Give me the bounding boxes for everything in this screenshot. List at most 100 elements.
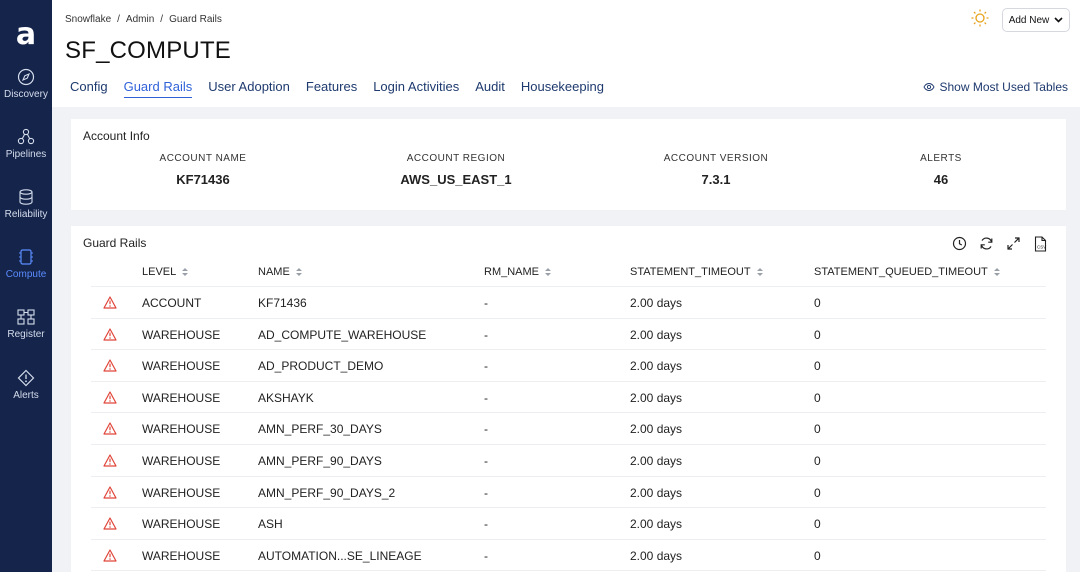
- sidebar: a Discovery Pipelines Reliability Comput…: [0, 0, 52, 572]
- cell-statement-queued-timeout: 0: [814, 422, 821, 437]
- table-row[interactable]: WAREHOUSE AUTOMATION...SE_LINEAGE - 2.00 da…: [91, 540, 1046, 572]
- clock-icon[interactable]: [952, 236, 967, 257]
- cell-statement-timeout: 2.00 days: [630, 422, 683, 437]
- table-row[interactable]: WAREHOUSE AMN_PERF_90_DAYS_2 - 2.00 days 0: [91, 477, 1046, 509]
- cell-statement-queued-timeout: 0: [814, 296, 821, 310]
- tab-user-adoption[interactable]: User Adoption: [208, 79, 290, 98]
- tab-audit[interactable]: Audit: [475, 79, 505, 98]
- tab-guard-rails[interactable]: Guard Rails: [123, 79, 193, 98]
- warning-icon: [103, 549, 117, 567]
- cell-statement-queued-timeout: 0: [814, 327, 821, 342]
- cell-statement-timeout: 2.00 days: [630, 296, 683, 310]
- stat-label: ACCOUNT REGION: [406, 153, 506, 164]
- table-row[interactable]: WAREHOUSE AMN_PERF_30_DAYS - 2.00 days 0: [91, 413, 1046, 445]
- sidebar-item-alerts[interactable]: Alerts: [0, 369, 52, 401]
- table-row[interactable]: WAREHOUSE AMN_PERF_90_DAYS - 2.00 days 0: [91, 445, 1046, 477]
- column-header-statement-queued-timeout[interactable]: STATEMENT_QUEUED_TIMEOUT: [814, 266, 1001, 278]
- pipelines-icon: [17, 128, 35, 145]
- table-row[interactable]: WAREHOUSE AD_PRODUCT_DEMO - 2.00 days 0: [91, 350, 1046, 382]
- csv-export-icon[interactable]: CSV: [1033, 236, 1048, 257]
- eye-icon: [923, 83, 935, 91]
- theme-toggle-sun-icon[interactable]: [970, 8, 990, 28]
- cell-rm-name: -: [484, 517, 488, 532]
- expand-icon[interactable]: [1006, 236, 1021, 257]
- table-row[interactable]: WAREHOUSE ASH - 2.00 days 0: [91, 508, 1046, 540]
- add-new-button[interactable]: Add New: [1002, 8, 1070, 32]
- tab-features[interactable]: Features: [306, 79, 357, 98]
- stat-account-name: ACCOUNT NAME KF71436: [103, 153, 303, 187]
- sidebar-item-label: Register: [7, 329, 45, 340]
- breadcrumb-item[interactable]: Admin: [126, 14, 154, 25]
- table-toolbar: CSV: [952, 236, 1048, 257]
- breadcrumb: Snowflake / Admin / Guard Rails: [65, 14, 222, 25]
- cell-level: WAREHOUSE: [142, 485, 221, 500]
- stat-value: AWS_US_EAST_1: [400, 172, 512, 187]
- sort-icon: [295, 268, 302, 276]
- table-row[interactable]: WAREHOUSE AKSHAYK - 2.00 days 0: [91, 382, 1046, 414]
- refresh-icon[interactable]: [979, 236, 994, 257]
- sidebar-item-reliability[interactable]: Reliability: [0, 188, 52, 220]
- sidebar-item-label: Alerts: [13, 390, 39, 401]
- show-most-used-tables-link[interactable]: Show Most Used Tables: [923, 80, 1068, 94]
- sort-icon: [545, 268, 552, 276]
- app-logo[interactable]: a: [0, 18, 52, 52]
- cell-name: AD_PRODUCT_DEMO: [258, 359, 384, 374]
- cpu-icon: [19, 249, 33, 265]
- cell-statement-timeout: 2.00 days: [630, 453, 683, 468]
- cell-statement-queued-timeout: 0: [814, 453, 821, 468]
- stat-account-region: ACCOUNT REGION AWS_US_EAST_1: [356, 153, 556, 187]
- cell-rm-name: -: [484, 422, 488, 437]
- cell-statement-timeout: 2.00 days: [630, 548, 683, 563]
- sidebar-item-compute[interactable]: Compute: [0, 248, 52, 280]
- column-header-label: STATEMENT_TIMEOUT: [630, 266, 751, 278]
- sidebar-item-label: Discovery: [4, 89, 48, 100]
- chevron-down-icon: [1054, 17, 1063, 23]
- sidebar-item-label: Reliability: [4, 209, 48, 220]
- tab-login-activities[interactable]: Login Activities: [373, 79, 459, 98]
- cell-rm-name: -: [484, 485, 488, 500]
- breadcrumb-item: Guard Rails: [169, 14, 222, 25]
- column-header-level[interactable]: LEVEL: [142, 266, 189, 278]
- stat-value: 46: [933, 172, 949, 187]
- sort-icon: [182, 268, 189, 276]
- table-row[interactable]: WAREHOUSE AD_COMPUTE_WAREHOUSE - 2.00 days 0: [91, 319, 1046, 351]
- warning-icon: [103, 517, 117, 535]
- cell-level: WAREHOUSE: [142, 453, 221, 468]
- add-new-label: Add New: [1008, 14, 1050, 26]
- column-header-statement-timeout[interactable]: STATEMENT_TIMEOUT: [630, 266, 764, 278]
- tab-housekeeping[interactable]: Housekeeping: [521, 79, 604, 98]
- warning-icon: [103, 422, 117, 440]
- cell-name: AMN_PERF_90_DAYS_2: [258, 485, 396, 500]
- warning-icon: [103, 391, 117, 409]
- table-body: ACCOUNT KF71436 - 2.00 days 0 WAREHOUSE AD_COM…: [91, 287, 1046, 572]
- sidebar-item-register[interactable]: Register: [0, 308, 52, 340]
- warning-icon: [103, 327, 117, 346]
- column-header-name[interactable]: NAME: [258, 266, 303, 278]
- tab-bar: Config Guard Rails User Adoption Feature…: [70, 79, 604, 98]
- breadcrumb-item[interactable]: Snowflake: [65, 14, 111, 25]
- table-header: LEVEL NAME RM_NAME STATEMENT_TIMEOUT STA…: [91, 257, 1046, 287]
- sidebar-item-discovery[interactable]: Discovery: [0, 68, 52, 100]
- breadcrumb-separator: /: [117, 14, 120, 25]
- guard-rails-title: Guard Rails: [83, 236, 147, 250]
- column-header-label: NAME: [258, 266, 290, 278]
- column-header-rm-name[interactable]: RM_NAME: [484, 266, 552, 278]
- warning-icon: [103, 296, 117, 314]
- sidebar-item-pipelines[interactable]: Pipelines: [0, 128, 52, 160]
- cell-name: AD_COMPUTE_WAREHOUSE: [258, 327, 427, 342]
- cell-name: AMN_PERF_90_DAYS: [258, 453, 382, 468]
- account-info-card: Account Info ACCOUNT NAME KF71436 ACCOUN…: [71, 119, 1066, 210]
- cell-name: AKSHAYK: [258, 390, 314, 405]
- guard-rails-card: Guard Rails CSV LEVEL NAME RM_NAME STATE…: [71, 226, 1066, 572]
- table-row[interactable]: ACCOUNT KF71436 - 2.00 days 0: [91, 287, 1046, 319]
- cell-name: AUTOMATION...SE_LINEAGE: [258, 548, 422, 563]
- stat-alerts: ALERTS 46: [841, 153, 1041, 187]
- column-header-label: LEVEL: [142, 266, 177, 278]
- cell-statement-timeout: 2.00 days: [630, 485, 683, 500]
- tab-config[interactable]: Config: [70, 79, 108, 98]
- show-most-used-tables-label: Show Most Used Tables: [939, 80, 1068, 94]
- cell-rm-name: -: [484, 390, 488, 405]
- cell-rm-name: -: [484, 327, 488, 342]
- page-title: SF_COMPUTE: [65, 37, 232, 64]
- column-header-label: STATEMENT_QUEUED_TIMEOUT: [814, 266, 988, 278]
